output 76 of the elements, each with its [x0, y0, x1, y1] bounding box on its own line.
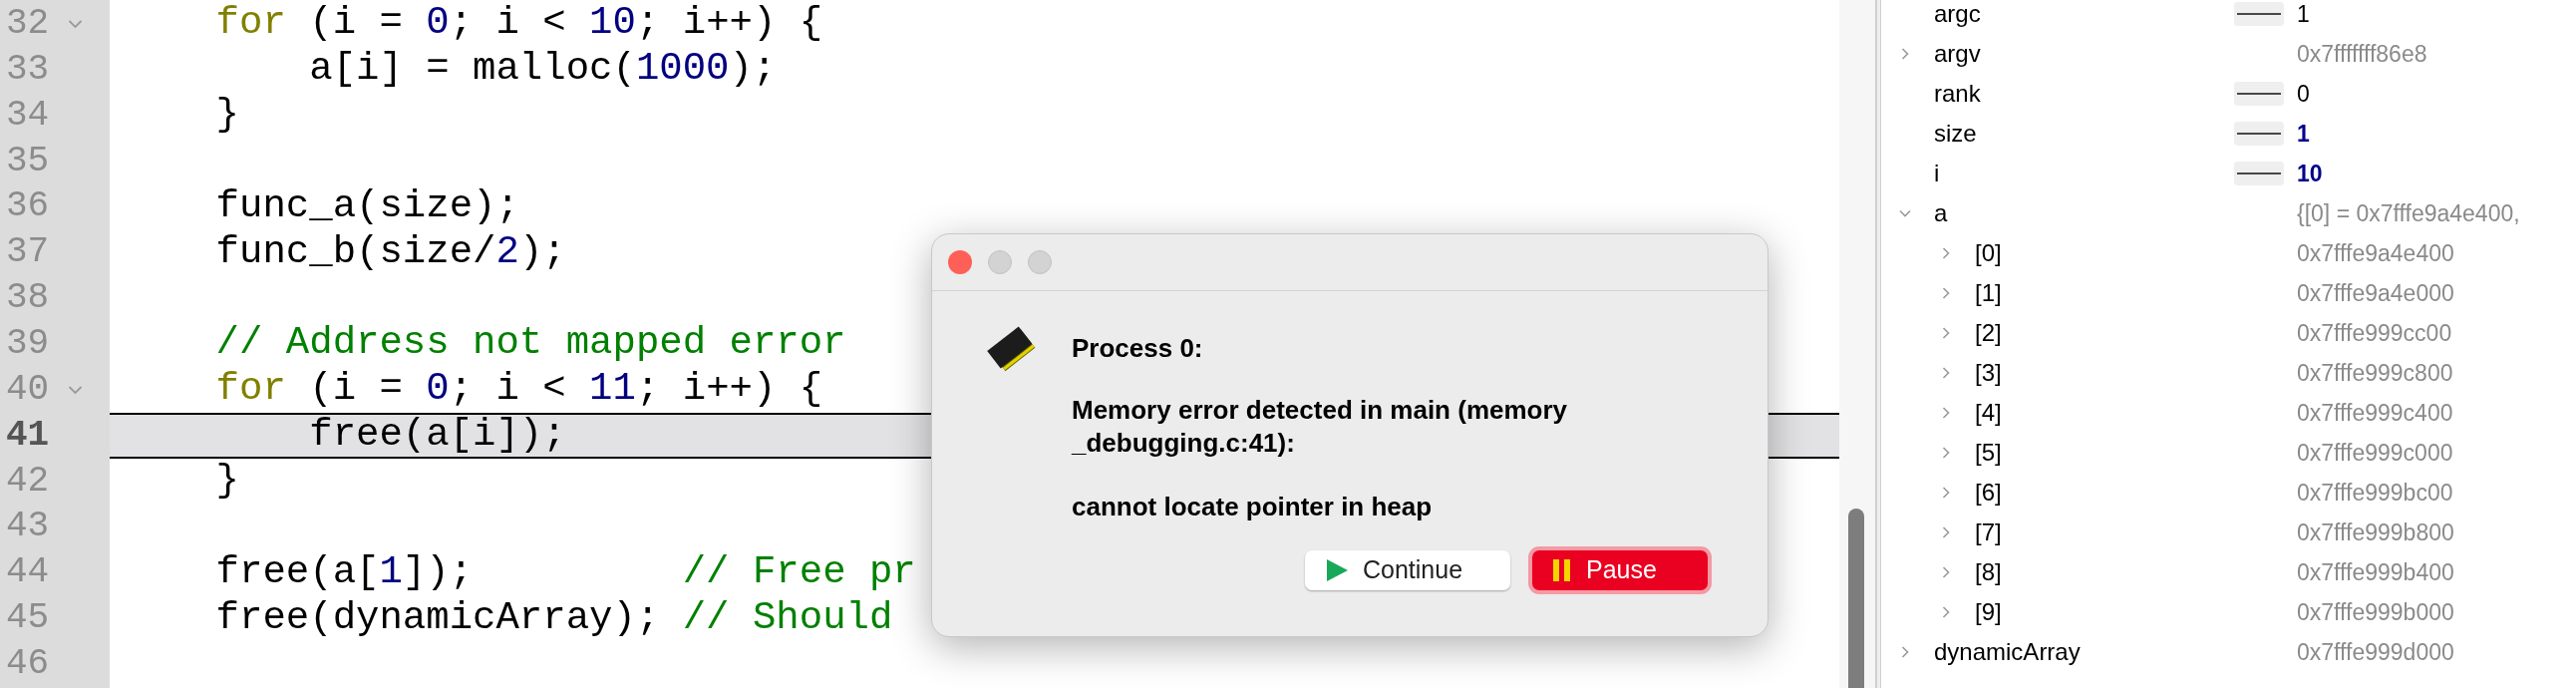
variable-name: [0]	[1975, 238, 2003, 268]
code-line: for (i = 0; i < 10; i++) {	[214, 4, 823, 44]
line-number: 40	[5, 367, 50, 412]
code-line: }	[214, 96, 240, 136]
line-number: 44	[5, 550, 50, 595]
variable-name: [2]	[1975, 318, 2003, 348]
variable-name: [6]	[1975, 478, 2003, 508]
line-number: 35	[5, 139, 50, 183]
code-line: }	[214, 462, 240, 501]
close-button[interactable]	[948, 250, 972, 274]
variable-value: 0x7fffe999bc00	[2297, 478, 2453, 508]
variable-name: [3]	[1975, 358, 2003, 388]
variable-name: [8]	[1975, 557, 2003, 587]
dash-icon	[2234, 122, 2284, 146]
variable-name: [7]	[1975, 517, 2003, 547]
line-number: 45	[5, 596, 50, 641]
line-number: 33	[5, 47, 50, 92]
line-number: 39	[5, 321, 50, 366]
variable-name: [4]	[1975, 398, 2003, 428]
variable-value: 10	[2297, 159, 2323, 188]
variable-name: a	[1934, 198, 1949, 228]
code-line: // Address not mapped error	[214, 324, 846, 364]
variable-name: dynamicArray	[1934, 637, 2082, 667]
variable-name: i	[1934, 159, 1941, 188]
code-line: for (i = 0; i < 11; i++) {	[214, 370, 823, 410]
variable-value: 0x7fffe999b800	[2297, 517, 2454, 547]
code-line: a[i] = malloc(1000);	[308, 50, 777, 90]
variable-value: 0x7fffffff86e8	[2297, 39, 2427, 69]
dash-icon	[2234, 82, 2284, 106]
line-number: 43	[5, 505, 50, 549]
code-line: func_b(size/2);	[214, 232, 566, 272]
pause-icon	[1552, 558, 1572, 582]
dash-icon	[2234, 2, 2284, 26]
variable-name: size	[1934, 119, 1978, 149]
line-number: 38	[5, 276, 50, 321]
variable-name: [5]	[1975, 438, 2003, 468]
variable-value: 0x7fffe999c800	[2297, 358, 2453, 388]
variable-value: 0	[2297, 79, 2310, 109]
variable-value: 0x7fffe999b400	[2297, 557, 2454, 587]
variable-value: 0x7fffe9a4e000	[2297, 278, 2454, 308]
variable-value: 0x7fffe999cc00	[2297, 318, 2452, 348]
variable-name: [9]	[1975, 597, 2003, 627]
zoom-button[interactable]	[1028, 250, 1052, 274]
line-number: 34	[5, 93, 50, 138]
dash-icon	[2234, 162, 2284, 185]
minimize-button[interactable]	[988, 250, 1012, 274]
variable-name: rank	[1934, 79, 1982, 109]
variable-value: 1	[2297, 119, 2310, 149]
variable-value: 0x7fffe9a4e400	[2297, 238, 2454, 268]
variable-value: {[0] = 0x7fffe9a4e400,	[2297, 198, 2520, 228]
code-line: free(a[1]); // Free pr	[214, 552, 916, 592]
variable-name: argc	[1934, 0, 1982, 29]
dialog-heading: Process 0:	[1072, 332, 1204, 365]
variable-value: 0x7fffe999b000	[2297, 597, 2454, 627]
code-line: func_a(size);	[214, 186, 519, 226]
variable-value: 0x7fffe999c400	[2297, 398, 2453, 428]
line-number: 37	[5, 230, 50, 275]
variable-value: 0x7fffe999c000	[2297, 438, 2453, 468]
dialog-detail: cannot locate pointer in heap	[1072, 491, 1434, 523]
line-number: 46	[5, 641, 50, 686]
line-number: 42	[5, 459, 50, 504]
code-line: free(a[i]);	[308, 416, 566, 456]
continue-button[interactable]: Continue	[1305, 550, 1510, 590]
code-line: free(dynamicArray); // Should	[214, 598, 893, 638]
line-number: 41	[5, 413, 50, 458]
variable-name: [1]	[1975, 278, 2003, 308]
line-number: 32	[5, 1, 50, 46]
fold-chevron-icon[interactable]	[68, 19, 83, 29]
dialog-message: Memory error detected in main (memory_debugging.c:41):	[1072, 394, 1569, 460]
variable-name: argv	[1934, 39, 1982, 69]
variable-value: 1	[2297, 0, 2310, 29]
line-number: 36	[5, 184, 50, 229]
variable-value: 0x7fffe999d000	[2297, 637, 2454, 667]
scrollbar-thumb[interactable]	[1848, 509, 1864, 688]
fold-chevron-icon[interactable]	[68, 384, 83, 395]
play-icon	[1325, 558, 1349, 582]
